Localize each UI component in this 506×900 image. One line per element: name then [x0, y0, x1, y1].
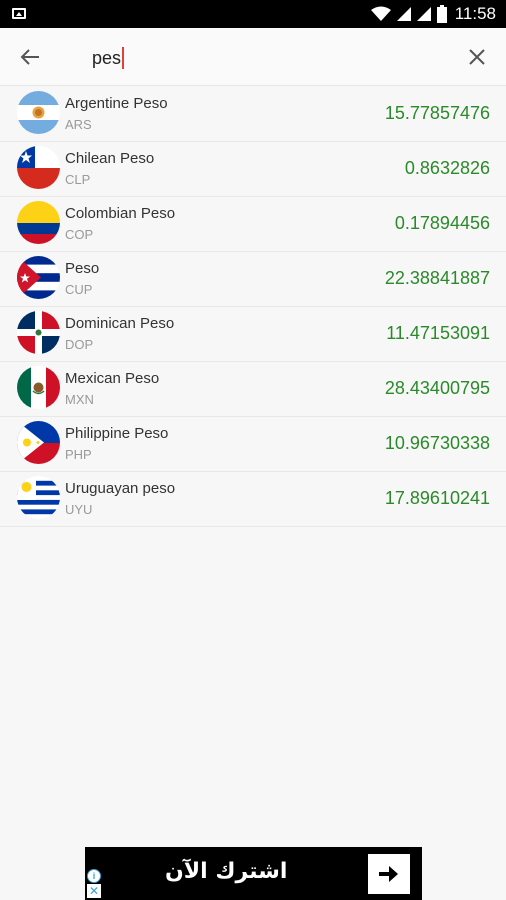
currency-code: CUP	[65, 282, 93, 297]
currency-code: PHP	[65, 447, 92, 462]
currency-rate: 15.77857476	[384, 103, 490, 123]
clear-search-button[interactable]	[462, 42, 492, 72]
cuba-flag	[17, 256, 60, 299]
list-item[interactable]: Argentine Peso ARS 15.77857476	[0, 87, 506, 142]
currency-code: MXN	[65, 392, 94, 407]
list-item[interactable]: Peso CUP 22.38841887	[0, 252, 506, 307]
uruguay-flag	[17, 476, 60, 519]
ad-info-icon[interactable]: i	[87, 869, 101, 883]
argentina-flag	[17, 91, 60, 134]
battery-icon	[436, 5, 447, 23]
clock: 11:58	[454, 4, 496, 23]
ad-cta-text: اشترك الآن	[165, 859, 288, 884]
list-item[interactable]: Uruguayan peso UYU 17.89610241	[0, 472, 506, 527]
currency-rate: 28.43400795	[384, 378, 490, 398]
arrow-left-icon	[20, 49, 39, 65]
philippines-flag	[17, 421, 60, 464]
currency-name: Philippine Peso	[65, 425, 169, 442]
list-item[interactable]: Colombian Peso COP 0.17894456	[0, 197, 506, 252]
currency-code: UYU	[65, 502, 93, 517]
currency-code: COP	[65, 227, 94, 242]
currency-rate: 0.17894456	[394, 213, 490, 233]
dominican-republic-flag	[17, 311, 60, 354]
ad-close-icon[interactable]: ✕	[87, 884, 101, 898]
currency-code: DOP	[65, 337, 94, 352]
currency-code: ARS	[65, 117, 92, 132]
currency-rate: 11.47153091	[386, 323, 490, 343]
search-input[interactable]: pes	[92, 44, 422, 72]
currency-list: Argentine Peso ARS 15.77857476 Chilean P…	[0, 87, 506, 527]
signal-icon	[416, 7, 431, 21]
ad-arrow-button[interactable]	[368, 854, 410, 894]
list-item[interactable]: Dominican Peso DOP 11.47153091	[0, 307, 506, 362]
currency-name: Peso	[65, 260, 100, 277]
currency-rate: 22.38841887	[384, 268, 490, 288]
close-icon	[469, 49, 485, 65]
currency-name: Mexican Peso	[65, 370, 160, 387]
currency-code: CLP	[65, 172, 91, 187]
currency-rate: 0.8632826	[404, 158, 490, 178]
wifi-icon	[370, 6, 391, 21]
status-icons: 11:58	[370, 4, 496, 24]
mexico-flag	[17, 366, 60, 409]
search-bar: pes	[0, 28, 506, 86]
ad-banner[interactable]: i ✕ اشترك الآن	[85, 847, 422, 900]
list-item[interactable]: Chilean Peso CLP 0.8632826	[0, 142, 506, 197]
search-query: pes	[92, 47, 122, 68]
status-bar: 11:58	[0, 0, 506, 28]
arrow-right-icon	[379, 866, 398, 882]
list-item[interactable]: Mexican Peso MXN 28.43400795	[0, 362, 506, 417]
currency-name: Colombian Peso	[65, 205, 176, 222]
currency-name: Argentine Peso	[65, 95, 168, 112]
chile-flag	[17, 146, 60, 189]
back-button[interactable]	[14, 42, 46, 72]
image-icon	[12, 8, 26, 19]
text-caret	[122, 47, 125, 69]
currency-rate: 17.89610241	[384, 488, 490, 508]
signal-icon	[396, 7, 411, 21]
currency-name: Dominican Peso	[65, 315, 175, 332]
currency-name: Uruguayan peso	[65, 480, 176, 497]
currency-name: Chilean Peso	[65, 150, 155, 167]
currency-rate: 10.96730338	[384, 433, 490, 453]
list-item[interactable]: Philippine Peso PHP 10.96730338	[0, 417, 506, 472]
colombia-flag	[17, 201, 60, 244]
